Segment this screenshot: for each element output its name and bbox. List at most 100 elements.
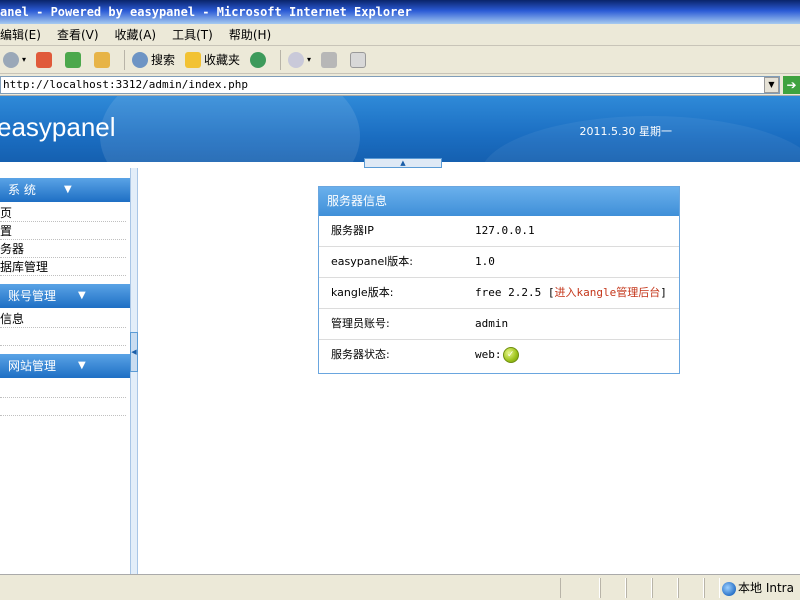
server-info-row: easypanel版本: 1.0	[319, 247, 679, 278]
window-title-bar: anel - Powered by easypanel - Microsoft …	[0, 0, 800, 24]
header-collapse-toggle[interactable]: ▲	[364, 158, 442, 168]
status-cell	[626, 578, 652, 598]
go-button[interactable]: ➔	[783, 76, 800, 94]
window-title: anel - Powered by easypanel - Microsoft …	[0, 5, 412, 19]
site-logo: easypanel	[0, 112, 116, 142]
star-icon	[185, 51, 202, 68]
security-zone: 本地 Intra	[722, 578, 794, 598]
chevron-down-icon: ▾	[307, 55, 312, 64]
kangle-admin-link[interactable]: 进入kangle管理后台	[554, 286, 660, 299]
status-cell	[560, 578, 600, 598]
web-status-label: web:	[475, 348, 502, 361]
sidebar-item[interactable]: 务器	[0, 240, 126, 258]
status-cell	[652, 578, 678, 598]
edit-page-icon	[350, 51, 367, 68]
sidebar-section-accounts[interactable]: 账号管理 ▼	[0, 284, 130, 308]
server-info-title: 服务器信息	[319, 187, 679, 216]
chevron-left-icon: ◀	[131, 348, 137, 356]
go-arrow-icon: ➔	[786, 78, 797, 92]
kangle-version-cell: free 2.2.5 [进入kangle管理后台]	[475, 278, 667, 308]
status-cell	[704, 578, 720, 598]
sidebar-item-empty	[0, 328, 126, 346]
sidebar-section-system[interactable]: 系 统 ▼	[0, 178, 130, 202]
easypanel-version-label: easypanel版本:	[331, 255, 413, 268]
status-ok-icon: ✓	[502, 347, 519, 363]
server-info-row: 服务器IP 127.0.0.1	[319, 216, 679, 247]
toolbar: ▾ 搜索 收藏夹 ▾	[0, 46, 800, 74]
print-button[interactable]	[318, 49, 343, 71]
sidebar-item[interactable]: 信息	[0, 310, 126, 328]
edit-button[interactable]	[347, 49, 372, 71]
forward-button[interactable]: ▾	[0, 49, 29, 71]
toolbar-separator	[280, 49, 282, 70]
security-zone-label: 本地 Intra	[738, 581, 794, 595]
forward-arrow-icon	[3, 51, 19, 68]
menu-view[interactable]: 查看(V)	[49, 24, 107, 46]
menu-bar: 编辑(E) 查看(V) 收藏(A) 工具(T) 帮助(H)	[0, 24, 800, 46]
home-button[interactable]	[91, 49, 116, 71]
address-bar: http://localhost:3312/admin/index.php ▼ …	[0, 74, 800, 96]
chevron-down-icon: ▼	[78, 360, 86, 371]
favorites-label: 收藏夹	[204, 53, 241, 67]
sidebar-section-websites[interactable]: 网站管理 ▼	[0, 354, 130, 378]
mail-button[interactable]: ▾	[285, 49, 314, 71]
sidebar-item[interactable]: 置	[0, 222, 126, 240]
print-icon	[321, 51, 338, 68]
favorites-button[interactable]: 收藏夹	[182, 49, 243, 71]
header-banner: easypanel 2011.5.30 星期一	[0, 96, 800, 162]
sidebar-item-empty	[0, 398, 126, 416]
server-info-row: 服务器状态: web: ✓	[319, 340, 679, 371]
search-button[interactable]: 搜索	[129, 49, 178, 71]
kangle-version-label: kangle版本:	[331, 286, 394, 299]
status-cell	[600, 578, 626, 598]
sidebar-section-label: 系 统	[8, 183, 36, 197]
kangle-version-value: free 2.2.5	[475, 286, 542, 299]
home-icon	[94, 51, 111, 68]
menu-help[interactable]: 帮助(H)	[221, 24, 279, 46]
history-button[interactable]	[247, 49, 272, 71]
search-icon	[132, 51, 149, 68]
sidebar-section-label: 账号管理	[8, 289, 57, 303]
chevron-up-icon: ▲	[400, 159, 406, 167]
chevron-down-icon: ▼	[768, 80, 775, 89]
sidebar-section-label: 网站管理	[8, 359, 57, 373]
server-ip-label: 服务器IP	[331, 224, 374, 237]
sidebar-collapse-toggle[interactable]: ◀	[130, 332, 138, 372]
sidebar-item-empty	[0, 380, 126, 398]
admin-account-label: 管理员账号:	[331, 317, 390, 330]
status-cell	[678, 578, 704, 598]
address-input[interactable]: http://localhost:3312/admin/index.php	[0, 76, 780, 94]
server-status-cell: web: ✓	[475, 340, 519, 370]
server-ip-value: 127.0.0.1	[475, 224, 535, 237]
status-bar: 本地 Intra	[0, 574, 800, 600]
toolbar-separator	[124, 49, 126, 70]
stop-icon	[36, 51, 53, 68]
bracket-close: ]	[660, 286, 667, 299]
server-info-panel: 服务器信息 服务器IP 127.0.0.1 easypanel版本: 1.0 k…	[318, 186, 680, 374]
history-icon	[250, 51, 267, 68]
sidebar-item[interactable]: 据库管理	[0, 258, 126, 276]
chevron-down-icon: ▾	[22, 55, 27, 64]
menu-edit[interactable]: 编辑(E)	[0, 24, 49, 46]
refresh-icon	[65, 51, 82, 68]
menu-tools[interactable]: 工具(T)	[164, 24, 221, 46]
refresh-button[interactable]	[62, 49, 87, 71]
search-label: 搜索	[151, 53, 176, 67]
server-info-row: kangle版本: free 2.2.5 [进入kangle管理后台]	[319, 278, 679, 309]
server-info-row: 管理员账号: admin	[319, 309, 679, 340]
sidebar: 系 统 ▼ 页 置 务器 据库管理 账号管理 ▼ 信息 网站管理 ▼	[0, 168, 130, 574]
stop-button[interactable]	[33, 49, 58, 71]
address-url: http://localhost:3312/admin/index.php	[3, 78, 249, 91]
easypanel-version-value: 1.0	[475, 255, 495, 268]
header-date: 2011.5.30 星期一	[579, 125, 672, 138]
address-dropdown-button[interactable]: ▼	[764, 77, 779, 93]
chevron-down-icon: ▼	[78, 290, 86, 301]
menu-favorites[interactable]: 收藏(A)	[107, 24, 165, 46]
server-status-label: 服务器状态:	[331, 348, 390, 361]
banner-decoration	[100, 96, 360, 162]
sidebar-item[interactable]: 页	[0, 204, 126, 222]
globe-icon	[722, 581, 736, 596]
chevron-down-icon: ▼	[64, 184, 72, 195]
admin-account-value: admin	[475, 317, 509, 330]
mail-icon	[288, 51, 305, 68]
